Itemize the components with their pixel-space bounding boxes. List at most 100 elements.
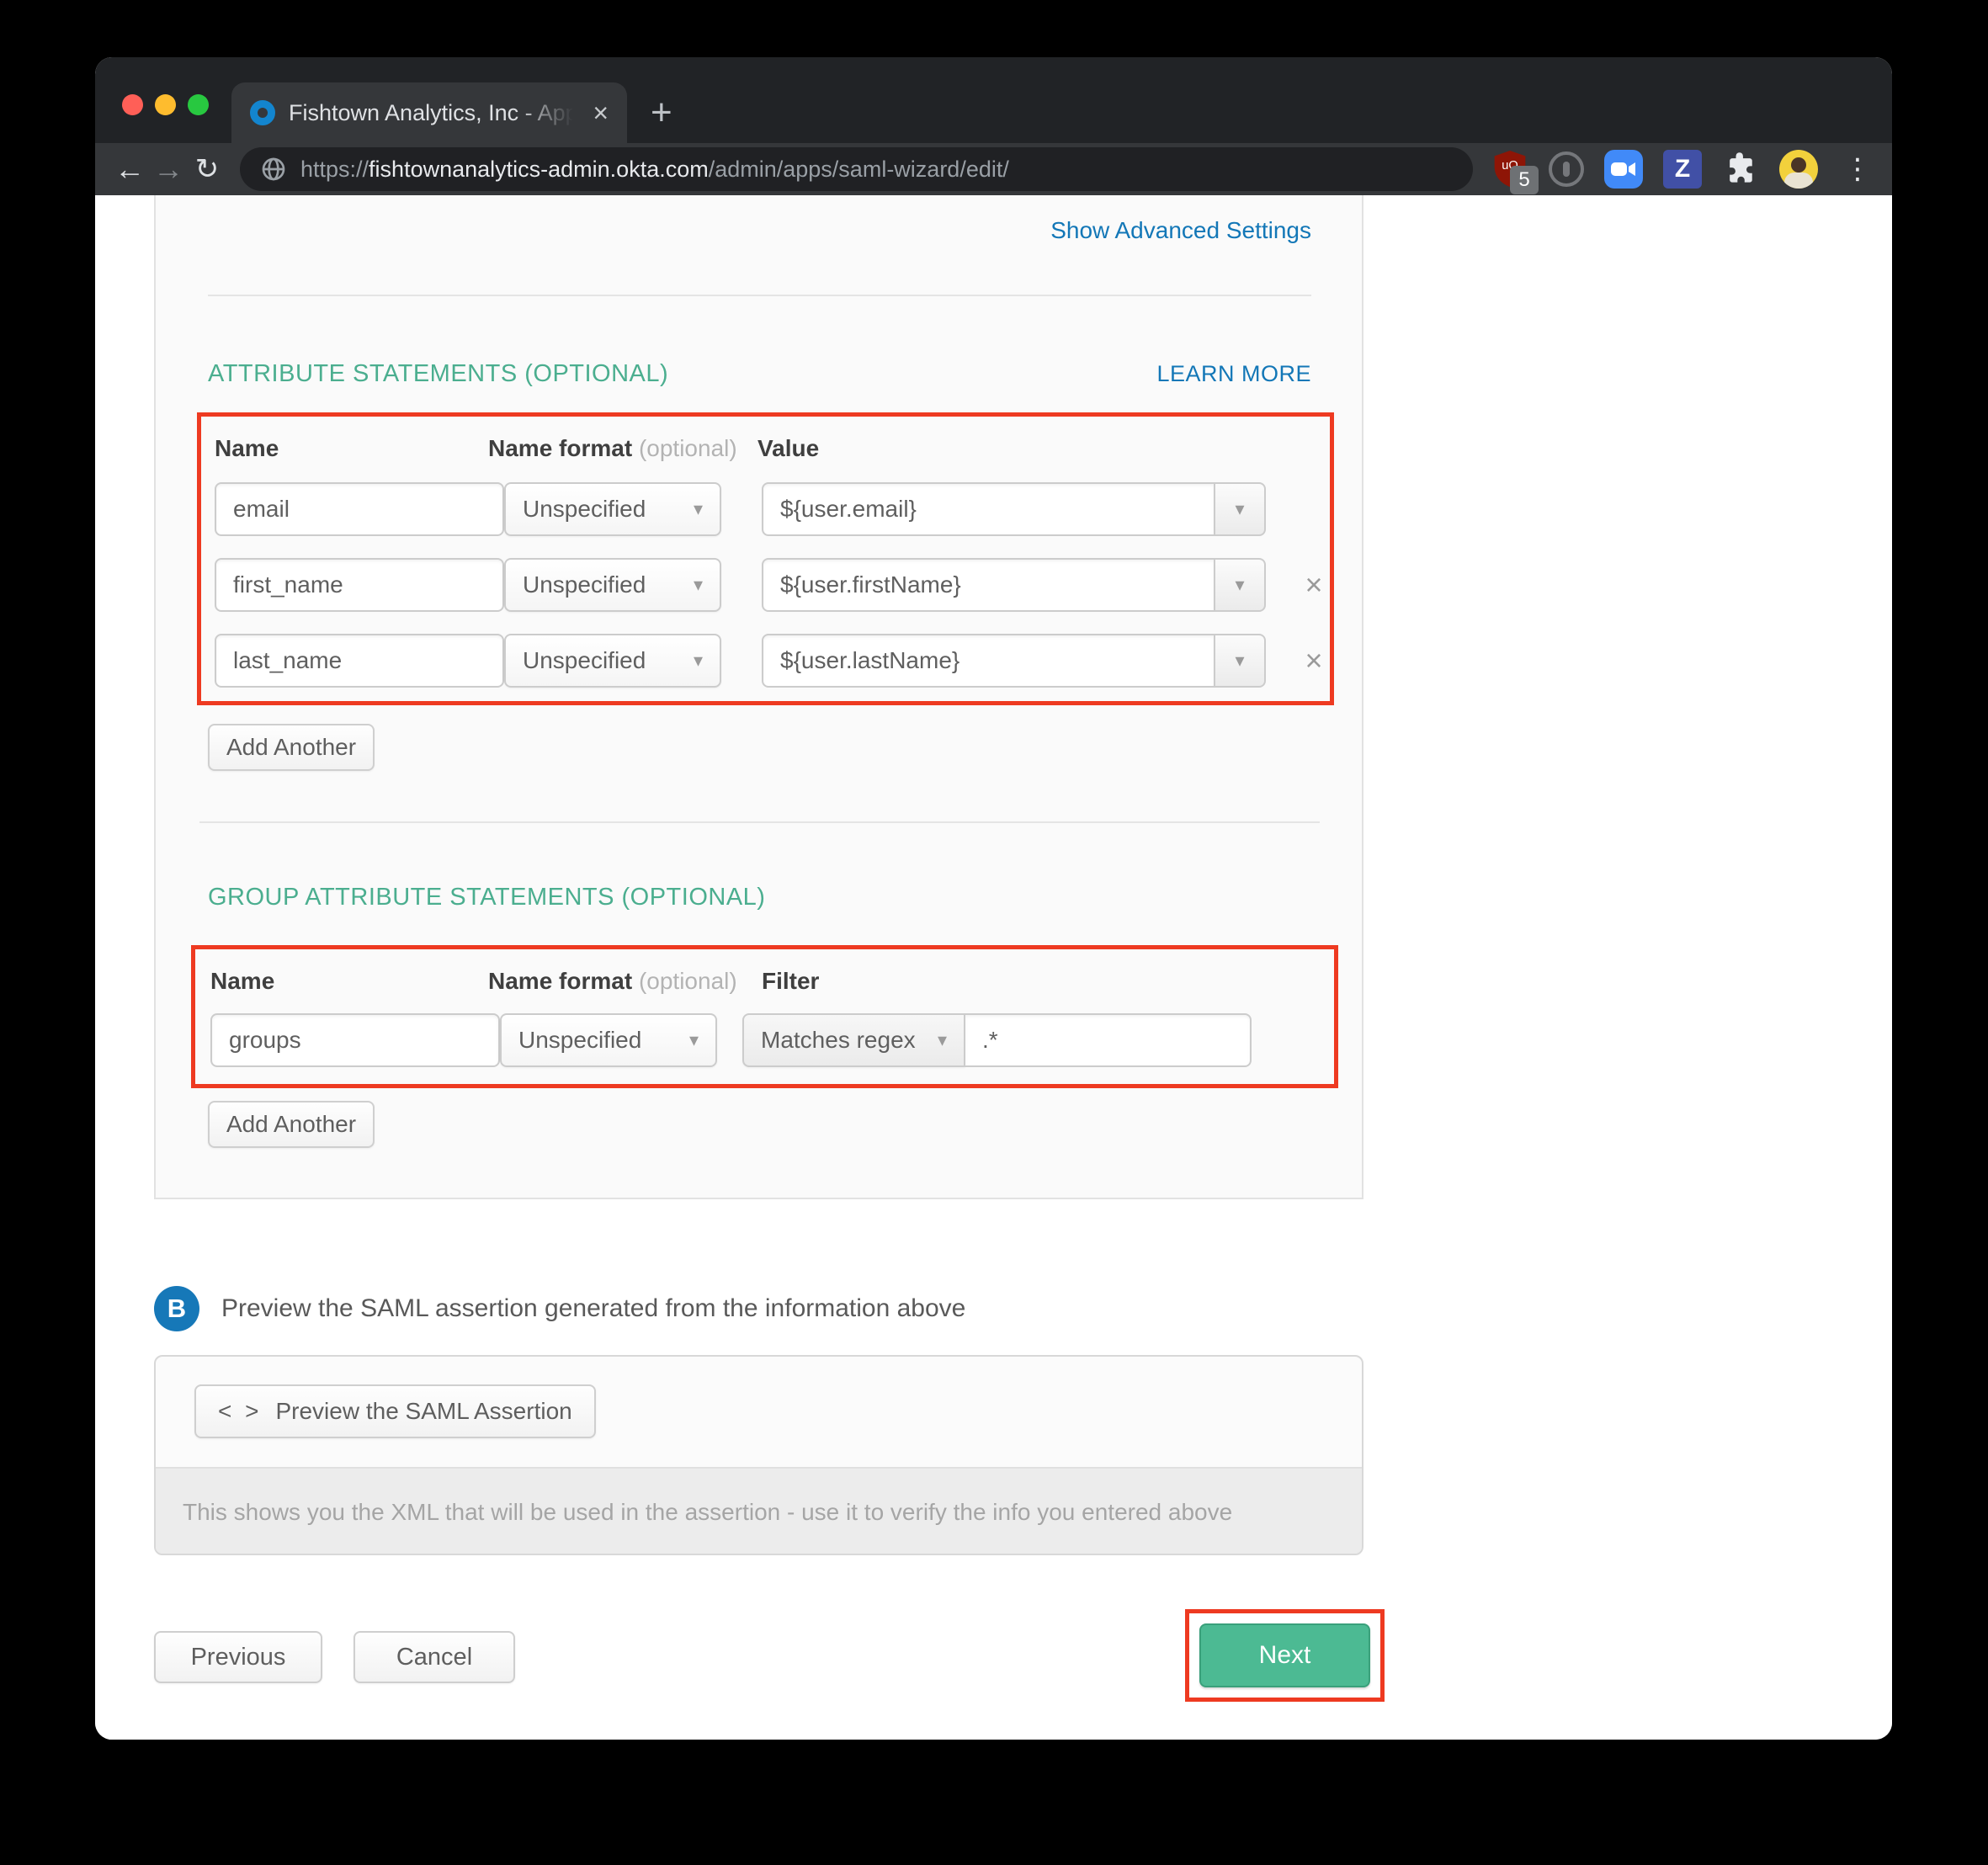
browser-toolbar: ← → ↻ https://fishtownanalytics-admin.ok… [95,143,1892,195]
close-window-button[interactable] [122,94,143,115]
attribute-row: Unspecified ▾ ▾ × [201,634,1330,688]
cancel-button[interactable]: Cancel [353,1631,515,1683]
name-format-value: Unspecified [518,1027,641,1054]
filter-value-input[interactable] [965,1013,1252,1067]
close-tab-icon[interactable]: × [593,99,609,126]
reload-icon[interactable]: ↻ [188,152,226,186]
tab-strip: Fishtown Analytics, Inc - Applic × + [95,57,1892,143]
attribute-name-input[interactable] [215,558,504,612]
attribute-value-combo: ▾ [762,634,1266,688]
attribute-value-combo: ▾ [762,482,1266,536]
browser-window: Fishtown Analytics, Inc - Applic × + ← →… [95,57,1892,1740]
remove-row-button[interactable]: × [1295,565,1332,605]
preview-note-text: This shows you the XML that will be used… [183,1499,1232,1526]
value-dropdown-button[interactable]: ▾ [1215,482,1266,536]
attribute-statements-title: ATTRIBUTE STATEMENTS (OPTIONAL) [208,360,668,388]
url-path: /admin/apps/saml-wizard/edit/ [709,157,1009,182]
attribute-value-input[interactable] [762,558,1215,612]
show-advanced-settings-link[interactable]: Show Advanced Settings [1050,217,1311,244]
url-text: https://fishtownanalytics-admin.okta.com… [300,157,1009,183]
globe-icon [260,156,287,183]
group-name-input[interactable] [210,1013,500,1067]
attribute-value-input[interactable] [762,634,1215,688]
filter-type-select[interactable]: Matches regex ▾ [742,1013,965,1067]
z-extension-icon[interactable]: Z [1663,150,1702,189]
remove-row-button[interactable]: × [1295,640,1332,681]
annotation-box-group-attribute: Name Name format (optional) Filter Unspe… [191,945,1338,1088]
column-header-value: Value [757,435,819,462]
group-attribute-row: Unspecified ▾ Matches regex ▾ [195,1013,1334,1067]
attribute-value-combo: ▾ [762,558,1266,612]
group-attribute-statements-title: GROUP ATTRIBUTE STATEMENTS (OPTIONAL) [208,884,765,911]
preview-note-bar: This shows you the XML that will be used… [156,1467,1362,1555]
attribute-name-input[interactable] [215,634,504,688]
okta-favicon-icon [250,100,275,125]
preview-step-header: B Preview the SAML assertion generated f… [154,1286,965,1331]
add-another-attribute-button[interactable]: Add Another [208,724,375,771]
step-b-badge: B [154,1286,199,1331]
url-host: fishtownanalytics-admin.okta.com [369,157,709,182]
name-format-select[interactable]: Unspecified ▾ [504,482,721,536]
annotation-box-next: Next [1185,1609,1385,1702]
chevron-down-icon: ▾ [1235,650,1244,672]
value-dropdown-button[interactable]: ▾ [1215,634,1266,688]
chevron-down-icon: ▾ [694,574,703,596]
divider [199,821,1320,823]
name-format-value: Unspecified [523,496,646,523]
name-format-select[interactable]: Unspecified ▾ [500,1013,717,1067]
chevron-down-icon: ▾ [694,650,703,672]
forward-icon[interactable]: → [149,151,188,187]
add-another-group-attribute-button[interactable]: Add Another [208,1101,375,1148]
learn-more-link[interactable]: LEARN MORE [1156,361,1311,387]
column-header-filter: Filter [762,968,819,995]
next-button[interactable]: Next [1199,1623,1370,1687]
name-format-value: Unspecified [523,647,646,674]
code-icon: < > [218,1398,262,1425]
divider [208,295,1311,296]
name-format-value: Unspecified [523,571,646,598]
chevron-down-icon: ▾ [938,1029,947,1051]
preview-saml-assertion-button[interactable]: < > Preview the SAML Assertion [194,1384,596,1438]
address-bar[interactable]: https://fishtownanalytics-admin.okta.com… [240,147,1473,191]
preview-box-top: < > Preview the SAML Assertion [156,1357,1362,1467]
chevron-down-icon: ▾ [1235,574,1244,596]
extension-area: uO 5 Z ⋮ [1491,149,1877,189]
minimize-window-button[interactable] [155,94,176,115]
browser-menu-icon[interactable]: ⋮ [1838,155,1877,183]
window-controls [122,94,209,115]
attribute-row: Unspecified ▾ ▾ [201,482,1330,536]
extensions-puzzle-icon[interactable] [1722,151,1759,188]
back-icon[interactable]: ← [110,151,149,187]
previous-button[interactable]: Previous [154,1631,322,1683]
page-content: Show Advanced Settings ATTRIBUTE STATEME… [95,195,1892,1740]
filter-type-value: Matches regex [761,1027,916,1054]
annotation-box-attribute-statements: Name Name format (optional) Value Unspec… [197,412,1334,705]
preview-button-label: Preview the SAML Assertion [275,1398,571,1425]
chevron-down-icon: ▾ [694,498,703,520]
url-scheme: https:// [300,157,369,182]
chevron-down-icon: ▾ [1235,498,1244,520]
zoom-extension-icon[interactable] [1604,150,1643,189]
column-header-name: Name [215,435,279,462]
attribute-value-input[interactable] [762,482,1215,536]
attribute-name-input[interactable] [215,482,504,536]
ublock-badge: 5 [1510,166,1539,194]
zoom-window-button[interactable] [188,94,209,115]
saml-settings-panel: Show Advanced Settings ATTRIBUTE STATEME… [154,195,1363,1199]
ublock-origin-icon[interactable]: uO 5 [1491,149,1528,189]
attribute-row: Unspecified ▾ ▾ × [201,558,1330,612]
attribute-statements-header-row: ATTRIBUTE STATEMENTS (OPTIONAL) LEARN MO… [208,360,1311,388]
new-tab-button[interactable]: + [651,94,672,131]
profile-avatar[interactable] [1779,150,1818,189]
preview-step-title: Preview the SAML assertion generated fro… [221,1294,965,1323]
onepassword-icon[interactable] [1549,151,1584,187]
preview-assertion-box: < > Preview the SAML Assertion This show… [154,1355,1363,1555]
column-header-name-format: Name format (optional) [488,435,737,462]
name-format-select[interactable]: Unspecified ▾ [504,558,721,612]
chevron-down-icon: ▾ [689,1029,699,1051]
column-header-name: Name [210,968,274,995]
value-dropdown-button[interactable]: ▾ [1215,558,1266,612]
browser-tab[interactable]: Fishtown Analytics, Inc - Applic × [231,82,627,143]
tab-title: Fishtown Analytics, Inc - Applic [289,100,579,126]
name-format-select[interactable]: Unspecified ▾ [504,634,721,688]
